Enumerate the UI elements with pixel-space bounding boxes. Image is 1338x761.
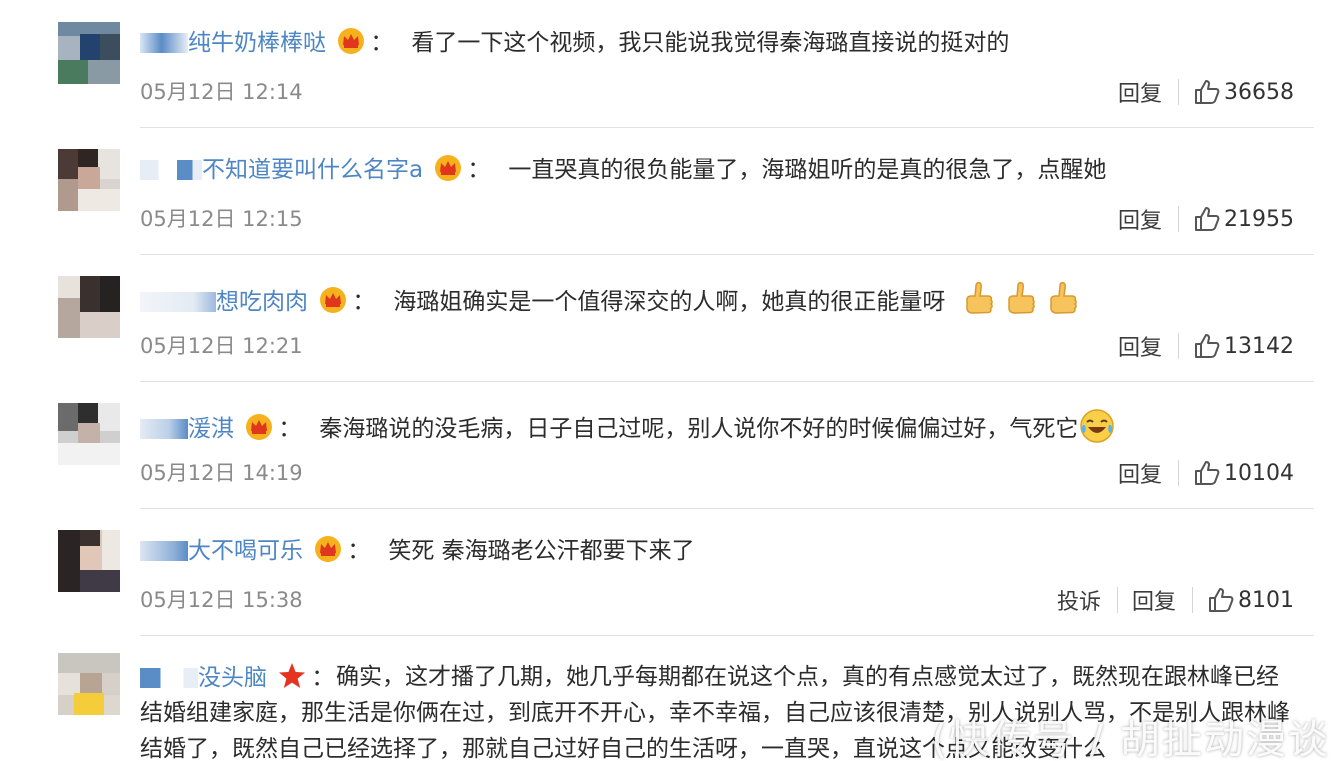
like-count: 36658 [1224, 79, 1294, 105]
comment-feed: 纯牛奶棒棒哒 ： 看了一下这个视频，我只能说我觉得秦海璐直接说的挺对的 05月12… [0, 0, 1338, 761]
comment-text: 一直哭真的很负能量了，海璐姐听的是真的很急了，点醒她 [508, 157, 1107, 183]
divider [140, 381, 1314, 382]
avatar[interactable] [58, 653, 120, 715]
divider [140, 127, 1314, 128]
crown-icon [320, 287, 347, 313]
separator [1178, 333, 1179, 359]
reply-button[interactable]: 回复 [1118, 203, 1162, 235]
masked-name-prefix [140, 419, 188, 439]
masked-name-prefix [140, 33, 188, 53]
divider [140, 508, 1314, 509]
comment-line: 湲淇 ： 秦海璐说的没毛病，日子自己过呢，别人说你不好的时候偏偏过好，气死它 [140, 407, 1116, 445]
username-link[interactable]: 不知道要叫什么名字a [202, 157, 423, 183]
reply-button[interactable]: 回复 [1118, 457, 1162, 489]
comment-actions: 投诉 回复 8101 [1057, 584, 1294, 616]
colon: ： [347, 538, 371, 564]
comment-line: 纯牛奶棒棒哒 ： 看了一下这个视频，我只能说我觉得秦海璐直接说的挺对的 [140, 26, 1009, 59]
comment-line: 大不喝可乐 ： 笑死 秦海璐老公汗都要下来了 [140, 534, 695, 567]
reply-button[interactable]: 回复 [1132, 584, 1176, 616]
username-link[interactable]: 湲淇 [188, 416, 234, 442]
separator [1178, 79, 1179, 105]
separator [1178, 206, 1179, 232]
thumbs-up-icon [1049, 281, 1077, 314]
comment-text: 秦海璐说的没毛病，日子自己过呢，别人说你不好的时候偏偏过好，气死它 [319, 416, 1079, 442]
timestamp: 05月12日 12:14 [140, 80, 303, 104]
laugh-cry-icon [1080, 409, 1115, 443]
avatar[interactable] [58, 403, 120, 465]
thumbs-up-icon [1007, 281, 1035, 314]
reply-button[interactable]: 回复 [1118, 330, 1162, 362]
like-count: 10104 [1224, 460, 1294, 486]
comment-line: 不知道要叫什么名字a ： 一直哭真的很负能量了，海璐姐听的是真的很急了，点醒她 [140, 153, 1106, 186]
divider [140, 635, 1314, 636]
comment-actions: 回复 13142 [1118, 330, 1294, 362]
crown-icon [435, 155, 462, 181]
masked-name-prefix [140, 160, 202, 180]
crown-icon [338, 28, 365, 54]
separator [1116, 587, 1118, 613]
timestamp: 05月12日 12:15 [140, 207, 303, 231]
separator [1192, 587, 1193, 613]
avatar[interactable] [58, 530, 120, 592]
timestamp: 05月12日 12:21 [140, 334, 303, 358]
username-link[interactable]: 想吃肉肉 [216, 289, 308, 315]
crown-icon [315, 536, 342, 562]
avatar[interactable] [58, 22, 120, 84]
like-count: 21955 [1224, 206, 1294, 232]
divider [140, 254, 1314, 255]
watermark: (快传号 / 胡扯动漫谈 [931, 717, 1330, 761]
separator [1178, 460, 1179, 486]
report-button[interactable]: 投诉 [1057, 584, 1101, 616]
comment-text: 看了一下这个视频，我只能说我觉得秦海璐直接说的挺对的 [411, 30, 1010, 56]
colon: ： [278, 416, 302, 442]
masked-name-prefix [140, 292, 216, 312]
like-icon[interactable] [1193, 332, 1221, 360]
colon: ： [370, 30, 394, 56]
comment-actions: 回复 10104 [1118, 457, 1294, 489]
like-icon[interactable] [1193, 205, 1221, 233]
comment-text: 笑死 秦海璐老公汗都要下来了 [388, 538, 695, 564]
avatar[interactable] [58, 149, 120, 211]
comment-actions: 回复 21955 [1118, 203, 1294, 235]
like-count: 13142 [1224, 333, 1294, 359]
avatar[interactable] [58, 276, 120, 338]
username-link[interactable]: 纯牛奶棒棒哒 [188, 30, 326, 56]
comment-line: 想吃肉肉 ： 海璐姐确实是一个值得深交的人啊，她真的很正能量呀 [140, 280, 1079, 318]
like-icon[interactable] [1193, 78, 1221, 106]
masked-name-prefix [140, 541, 188, 561]
like-icon[interactable] [1207, 586, 1235, 614]
timestamp: 05月12日 15:38 [140, 588, 303, 612]
timestamp: 05月12日 14:19 [140, 461, 303, 485]
like-icon[interactable] [1193, 459, 1221, 487]
crown-icon [246, 414, 273, 440]
comment-text: 海璐姐确实是一个值得深交的人啊，她真的很正能量呀 [393, 289, 946, 315]
reply-button[interactable]: 回复 [1118, 76, 1162, 108]
comment-actions: 回复 36658 [1118, 76, 1294, 108]
username-link[interactable]: 大不喝可乐 [188, 538, 303, 564]
colon: ： [467, 157, 491, 183]
like-count: 8101 [1238, 587, 1294, 613]
thumbs-up-icon [965, 281, 993, 314]
colon: ： [352, 289, 376, 315]
